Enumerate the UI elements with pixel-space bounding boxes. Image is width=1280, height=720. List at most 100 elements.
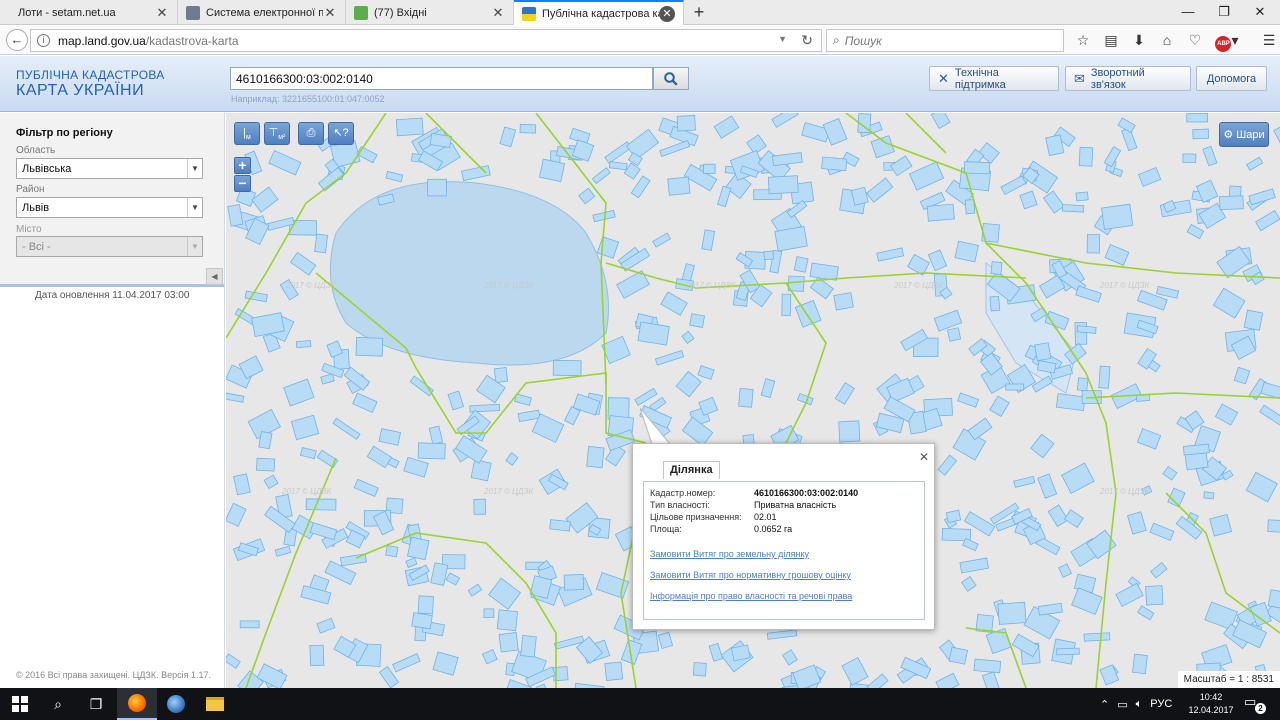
- help-button[interactable]: Допомога: [1196, 66, 1267, 91]
- land-parcel[interactable]: [309, 644, 325, 667]
- reading-list-icon[interactable]: ▤: [1100, 29, 1122, 51]
- land-parcel[interactable]: [1203, 491, 1215, 500]
- land-parcel[interactable]: [1192, 128, 1210, 140]
- land-parcel[interactable]: [973, 658, 1002, 674]
- land-parcel[interactable]: [470, 459, 492, 482]
- land-parcel[interactable]: [945, 509, 962, 524]
- file-explorer-icon[interactable]: [195, 688, 235, 720]
- tab-setam[interactable]: Лоти - setam.net.ua ✕: [0, 0, 178, 25]
- land-parcel[interactable]: [738, 387, 754, 408]
- measure-area-button[interactable]: ⊤м²: [264, 122, 290, 145]
- land-parcel[interactable]: [538, 158, 566, 183]
- land-parcel[interactable]: [676, 115, 696, 132]
- land-parcel[interactable]: [1005, 383, 1025, 391]
- identify-button[interactable]: ↖?: [328, 122, 354, 145]
- land-parcel[interactable]: [1098, 365, 1111, 389]
- land-parcel[interactable]: [411, 612, 433, 630]
- measure-distance-button[interactable]: |м: [234, 122, 260, 145]
- land-parcel[interactable]: [1034, 342, 1052, 362]
- land-parcel[interactable]: [493, 367, 509, 384]
- zoom-out-button[interactable]: −: [234, 175, 251, 192]
- close-icon[interactable]: ✕: [919, 450, 929, 464]
- tech-support-button[interactable]: ✕ Технічна підтримка: [929, 66, 1059, 91]
- land-parcel[interactable]: [417, 595, 434, 615]
- land-parcel[interactable]: [1055, 393, 1086, 411]
- land-parcel[interactable]: [821, 156, 848, 172]
- land-parcel[interactable]: [1267, 519, 1280, 534]
- land-parcel[interactable]: [417, 442, 446, 460]
- window-close-icon[interactable]: ✕: [1242, 0, 1278, 25]
- land-parcel[interactable]: [1182, 443, 1210, 456]
- task-view-icon[interactable]: ❐: [76, 688, 116, 720]
- land-parcel[interactable]: [1132, 653, 1148, 675]
- order-parcel-extract-link[interactable]: Замовити Витяг про земельну ділянку: [650, 549, 918, 559]
- land-parcel[interactable]: [355, 336, 384, 357]
- land-parcel[interactable]: [763, 250, 775, 261]
- land-parcel[interactable]: [1186, 113, 1208, 123]
- land-parcel[interactable]: [314, 233, 329, 254]
- land-parcel[interactable]: [990, 261, 1003, 276]
- site-logo[interactable]: ПУБЛІЧНА КАДАСТРОВА КАРТА УКРАЇНИ: [16, 68, 165, 100]
- close-icon[interactable]: ✕: [323, 5, 337, 20]
- land-parcel[interactable]: [519, 123, 537, 134]
- land-parcel[interactable]: [781, 293, 792, 317]
- close-icon[interactable]: ✕: [155, 5, 169, 20]
- close-icon[interactable]: ✕: [491, 5, 505, 20]
- land-parcel[interactable]: [1219, 195, 1244, 211]
- land-parcel[interactable]: [989, 295, 1001, 312]
- land-parcel[interactable]: [703, 163, 716, 174]
- land-parcel[interactable]: [689, 313, 705, 328]
- land-parcel[interactable]: [1101, 203, 1134, 230]
- reload-icon[interactable]: ↻: [801, 32, 813, 49]
- firefox-icon[interactable]: [117, 688, 157, 720]
- land-parcel[interactable]: [692, 662, 707, 677]
- info-icon[interactable]: i: [37, 34, 50, 47]
- bookmark-star-icon[interactable]: ☆: [1072, 29, 1094, 51]
- land-parcel[interactable]: [552, 359, 582, 377]
- land-parcel[interactable]: [997, 601, 1027, 625]
- land-parcel[interactable]: [239, 620, 260, 629]
- action-center-icon[interactable]: ▭ 2: [1244, 694, 1266, 714]
- district-select[interactable]: Львів ▼: [16, 197, 203, 218]
- land-parcel[interactable]: [407, 536, 430, 561]
- tab-electronic-system[interactable]: Система електронної по... ✕: [178, 0, 346, 25]
- land-parcel[interactable]: [473, 498, 486, 515]
- land-parcel[interactable]: [947, 327, 962, 342]
- restore-icon[interactable]: ❐: [1206, 0, 1242, 25]
- tab-cadastral-map[interactable]: Публічна кадастрова кар... ✕: [514, 0, 684, 25]
- land-parcel[interactable]: [1045, 134, 1065, 157]
- land-parcel[interactable]: [256, 457, 276, 472]
- cadastral-search-input[interactable]: 4610166300:03:002:0140: [230, 67, 653, 90]
- minimize-icon[interactable]: —: [1170, 0, 1206, 25]
- land-parcel[interactable]: [498, 632, 519, 653]
- adblock-icon[interactable]: ABP ▾: [1212, 29, 1242, 52]
- address-bar[interactable]: i map.land.gov.ua /kadastrova-karta ▼ ↻: [30, 29, 822, 52]
- download-icon[interactable]: ⬇: [1128, 29, 1150, 51]
- order-valuation-extract-link[interactable]: Замовити Витяг про нормативну грошову оц…: [650, 570, 918, 580]
- land-parcel[interactable]: [1086, 233, 1101, 254]
- close-icon[interactable]: ✕: [659, 5, 675, 22]
- print-button[interactable]: ⎙: [298, 122, 324, 145]
- land-parcel[interactable]: [1243, 309, 1264, 331]
- region-select[interactable]: Львівська ▼: [16, 158, 203, 179]
- land-parcel[interactable]: [926, 203, 955, 222]
- search-button[interactable]: [653, 67, 689, 90]
- land-parcel[interactable]: [295, 340, 312, 349]
- land-parcel[interactable]: [1145, 585, 1164, 606]
- land-parcel[interactable]: [563, 574, 585, 591]
- land-parcel[interactable]: [767, 175, 799, 195]
- land-parcel[interactable]: [1061, 204, 1085, 213]
- land-parcel[interactable]: [1075, 191, 1089, 202]
- land-parcel[interactable]: [1076, 377, 1089, 392]
- menu-icon[interactable]: ☰: [1258, 29, 1280, 51]
- feedback-button[interactable]: ✉ Зворотний зв'язок: [1065, 66, 1191, 91]
- land-parcel[interactable]: [427, 178, 447, 197]
- land-parcel[interactable]: [948, 646, 969, 665]
- land-parcel[interactable]: [586, 445, 605, 469]
- start-button[interactable]: [0, 688, 40, 720]
- land-parcel[interactable]: [667, 176, 691, 196]
- land-parcel[interactable]: [833, 292, 854, 311]
- land-parcel[interactable]: [496, 609, 519, 632]
- back-button[interactable]: ←: [6, 29, 28, 51]
- browser-search-input[interactable]: ⌕ Пошук: [826, 29, 1064, 52]
